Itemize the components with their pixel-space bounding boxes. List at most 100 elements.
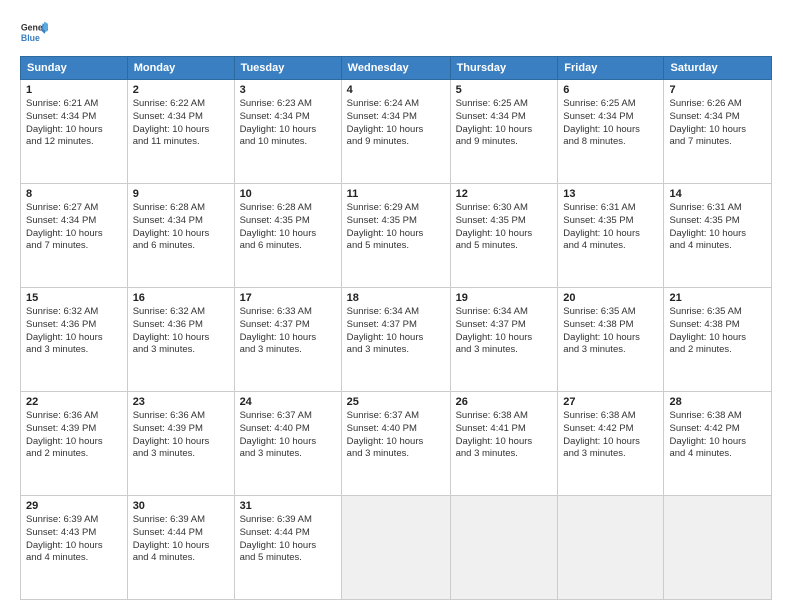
day-info: Sunrise: 6:23 AM Sunset: 4:34 PM Dayligh… [240,98,336,149]
day-number: 4 [347,84,445,96]
calendar-table: SundayMondayTuesdayWednesdayThursdayFrid… [20,56,772,600]
day-number: 24 [240,396,336,408]
table-row: 6 Sunrise: 6:25 AM Sunset: 4:34 PM Daylig… [558,80,664,184]
table-row: 5 Sunrise: 6:25 AM Sunset: 4:34 PM Daylig… [450,80,558,184]
day-info: Sunrise: 6:35 AM Sunset: 4:38 PM Dayligh… [669,306,766,357]
table-row: 24 Sunrise: 6:37 AM Sunset: 4:40 PM Dayli… [234,392,341,496]
day-info: Sunrise: 6:38 AM Sunset: 4:42 PM Dayligh… [669,410,766,461]
dow-monday: Monday [127,57,234,80]
table-row: 7 Sunrise: 6:26 AM Sunset: 4:34 PM Daylig… [664,80,772,184]
table-row: 27 Sunrise: 6:38 AM Sunset: 4:42 PM Dayli… [558,392,664,496]
day-info: Sunrise: 6:32 AM Sunset: 4:36 PM Dayligh… [26,306,122,357]
day-info: Sunrise: 6:21 AM Sunset: 4:34 PM Dayligh… [26,98,122,149]
table-row [664,496,772,600]
day-number: 23 [133,396,229,408]
day-number: 5 [456,84,553,96]
day-info: Sunrise: 6:36 AM Sunset: 4:39 PM Dayligh… [26,410,122,461]
table-row: 20 Sunrise: 6:35 AM Sunset: 4:38 PM Dayli… [558,288,664,392]
table-row: 22 Sunrise: 6:36 AM Sunset: 4:39 PM Dayli… [21,392,128,496]
day-number: 12 [456,188,553,200]
day-info: Sunrise: 6:31 AM Sunset: 4:35 PM Dayligh… [563,202,658,253]
table-row: 30 Sunrise: 6:39 AM Sunset: 4:44 PM Dayli… [127,496,234,600]
logo: General Blue [20,18,52,46]
day-info: Sunrise: 6:35 AM Sunset: 4:38 PM Dayligh… [563,306,658,357]
day-info: Sunrise: 6:29 AM Sunset: 4:35 PM Dayligh… [347,202,445,253]
day-number: 25 [347,396,445,408]
day-number: 21 [669,292,766,304]
day-number: 29 [26,500,122,512]
day-info: Sunrise: 6:37 AM Sunset: 4:40 PM Dayligh… [240,410,336,461]
table-row [558,496,664,600]
day-info: Sunrise: 6:38 AM Sunset: 4:42 PM Dayligh… [563,410,658,461]
day-number: 26 [456,396,553,408]
day-number: 2 [133,84,229,96]
table-row: 1 Sunrise: 6:21 AM Sunset: 4:34 PM Daylig… [21,80,128,184]
day-number: 8 [26,188,122,200]
table-row: 10 Sunrise: 6:28 AM Sunset: 4:35 PM Dayli… [234,184,341,288]
table-row: 16 Sunrise: 6:32 AM Sunset: 4:36 PM Dayli… [127,288,234,392]
table-row: 3 Sunrise: 6:23 AM Sunset: 4:34 PM Daylig… [234,80,341,184]
day-number: 15 [26,292,122,304]
day-info: Sunrise: 6:33 AM Sunset: 4:37 PM Dayligh… [240,306,336,357]
day-number: 30 [133,500,229,512]
day-number: 27 [563,396,658,408]
day-info: Sunrise: 6:28 AM Sunset: 4:34 PM Dayligh… [133,202,229,253]
day-number: 1 [26,84,122,96]
table-row: 25 Sunrise: 6:37 AM Sunset: 4:40 PM Dayli… [341,392,450,496]
day-number: 9 [133,188,229,200]
day-number: 17 [240,292,336,304]
svg-text:Blue: Blue [21,33,40,43]
day-info: Sunrise: 6:36 AM Sunset: 4:39 PM Dayligh… [133,410,229,461]
day-info: Sunrise: 6:26 AM Sunset: 4:34 PM Dayligh… [669,98,766,149]
day-number: 13 [563,188,658,200]
day-number: 20 [563,292,658,304]
day-number: 3 [240,84,336,96]
day-number: 28 [669,396,766,408]
dow-wednesday: Wednesday [341,57,450,80]
table-row [341,496,450,600]
day-number: 31 [240,500,336,512]
day-number: 6 [563,84,658,96]
day-info: Sunrise: 6:27 AM Sunset: 4:34 PM Dayligh… [26,202,122,253]
day-number: 16 [133,292,229,304]
day-number: 22 [26,396,122,408]
table-row: 2 Sunrise: 6:22 AM Sunset: 4:34 PM Daylig… [127,80,234,184]
table-row: 4 Sunrise: 6:24 AM Sunset: 4:34 PM Daylig… [341,80,450,184]
table-row: 26 Sunrise: 6:38 AM Sunset: 4:41 PM Dayli… [450,392,558,496]
table-row [450,496,558,600]
table-row: 17 Sunrise: 6:33 AM Sunset: 4:37 PM Dayli… [234,288,341,392]
table-row: 21 Sunrise: 6:35 AM Sunset: 4:38 PM Dayli… [664,288,772,392]
dow-sunday: Sunday [21,57,128,80]
day-info: Sunrise: 6:24 AM Sunset: 4:34 PM Dayligh… [347,98,445,149]
table-row: 8 Sunrise: 6:27 AM Sunset: 4:34 PM Daylig… [21,184,128,288]
day-info: Sunrise: 6:22 AM Sunset: 4:34 PM Dayligh… [133,98,229,149]
day-number: 11 [347,188,445,200]
day-info: Sunrise: 6:25 AM Sunset: 4:34 PM Dayligh… [456,98,553,149]
dow-saturday: Saturday [664,57,772,80]
day-number: 7 [669,84,766,96]
day-info: Sunrise: 6:32 AM Sunset: 4:36 PM Dayligh… [133,306,229,357]
dow-thursday: Thursday [450,57,558,80]
table-row: 29Sunrise: 6:39 AM Sunset: 4:43 PM Dayli… [21,496,128,600]
logo-icon: General Blue [20,18,48,46]
table-row: 28 Sunrise: 6:38 AM Sunset: 4:42 PM Dayli… [664,392,772,496]
day-info: Sunrise: 6:39 AM Sunset: 4:44 PM Dayligh… [133,514,229,565]
day-info: Sunrise: 6:28 AM Sunset: 4:35 PM Dayligh… [240,202,336,253]
day-number: 10 [240,188,336,200]
day-info: Sunrise: 6:39 AM Sunset: 4:44 PM Dayligh… [240,514,336,565]
day-info: Sunrise: 6:34 AM Sunset: 4:37 PM Dayligh… [347,306,445,357]
table-row: 14Sunrise: 6:31 AM Sunset: 4:35 PM Dayli… [664,184,772,288]
day-info: Sunrise: 6:30 AM Sunset: 4:35 PM Dayligh… [456,202,553,253]
day-info: Sunrise: 6:31 AM Sunset: 4:35 PM Dayligh… [669,202,766,253]
day-info: Sunrise: 6:38 AM Sunset: 4:41 PM Dayligh… [456,410,553,461]
table-row: 13 Sunrise: 6:31 AM Sunset: 4:35 PM Dayli… [558,184,664,288]
table-row: 31 Sunrise: 6:39 AM Sunset: 4:44 PM Dayli… [234,496,341,600]
table-row: 15 Sunrise: 6:32 AM Sunset: 4:36 PM Dayli… [21,288,128,392]
table-row: 9 Sunrise: 6:28 AM Sunset: 4:34 PM Daylig… [127,184,234,288]
day-info: Sunrise: 6:37 AM Sunset: 4:40 PM Dayligh… [347,410,445,461]
day-info: Sunrise: 6:25 AM Sunset: 4:34 PM Dayligh… [563,98,658,149]
table-row: 11 Sunrise: 6:29 AM Sunset: 4:35 PM Dayli… [341,184,450,288]
table-row: 18Sunrise: 6:34 AM Sunset: 4:37 PM Dayli… [341,288,450,392]
day-info: Sunrise: 6:34 AM Sunset: 4:37 PM Dayligh… [456,306,553,357]
table-row: 23 Sunrise: 6:36 AM Sunset: 4:39 PM Dayli… [127,392,234,496]
